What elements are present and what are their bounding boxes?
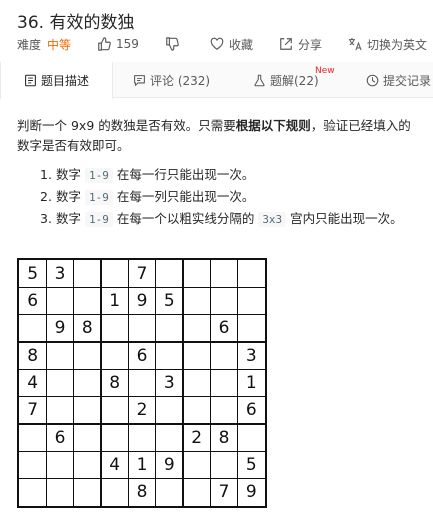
sudoku-cell: 8	[109, 372, 121, 393]
rule-text: 数字	[56, 167, 85, 182]
difficulty-label: 难度	[17, 37, 42, 52]
sudoku-cell: 8	[218, 427, 230, 448]
share-icon	[280, 38, 292, 50]
description-bold: 根据以下规则	[235, 118, 311, 133]
comment-icon	[134, 74, 145, 86]
sudoku-cell: 3	[245, 345, 257, 366]
grid-line-vertical	[210, 260, 211, 506]
sudoku-cell: 4	[27, 372, 39, 393]
tab-comments[interactable]: 评论 (232)	[133, 62, 210, 98]
heart-icon	[210, 37, 224, 50]
sudoku-cell: 6	[136, 345, 148, 366]
flask-icon	[254, 74, 265, 86]
tab-submissions-label: 提交记录	[383, 73, 432, 88]
sudoku-cell: 1	[136, 454, 148, 475]
favorite-label: 收藏	[228, 37, 253, 52]
sudoku-cell: 8	[27, 345, 39, 366]
rule-number: 2.	[40, 189, 52, 204]
sudoku-cell: 8	[81, 318, 93, 339]
tab-comments-label: 评论 (232)	[150, 73, 211, 88]
tab-solutions-label: 题解(22)	[270, 73, 319, 88]
sudoku-cell: 9	[163, 454, 175, 475]
sudoku-cell: 5	[245, 454, 257, 475]
rule-text: 数字	[56, 211, 85, 226]
rule-item: 3. 数字 1-9 在每一个以粗实线分隔的 3x3 宫内只能出现一次。	[40, 208, 420, 230]
grid-line-vertical	[73, 260, 74, 506]
sudoku-cell: 9	[136, 290, 148, 311]
share-label: 分享	[297, 37, 322, 52]
tab-description-label: 题目描述	[40, 74, 89, 88]
thumbs-down-icon	[166, 37, 179, 51]
rule-text: 数字	[56, 189, 85, 204]
sudoku-cell: 7	[27, 400, 39, 421]
tab-submissions[interactable]: 提交记录	[366, 62, 431, 98]
switch-language-button[interactable]: 切换为英文	[348, 36, 427, 53]
sudoku-cell: 1	[109, 290, 121, 311]
sudoku-cell: 3	[54, 263, 66, 284]
problem-title: 36. 有效的数独	[17, 13, 135, 33]
sudoku-board-image: 537619598686348317266284195879	[17, 258, 267, 508]
new-badge: New	[315, 66, 335, 76]
sudoku-cell: 6	[245, 400, 257, 421]
sudoku-cell: 6	[27, 290, 39, 311]
sudoku-cell: 1	[245, 372, 257, 393]
sudoku-cell: 2	[136, 400, 148, 421]
rule-number: 3.	[40, 211, 52, 226]
sudoku-cell: 9	[54, 318, 66, 339]
sudoku-cell: 7	[136, 263, 148, 284]
sudoku-cell: 6	[218, 318, 230, 339]
tab-description[interactable]: 题目描述	[0, 62, 113, 99]
share-button[interactable]: 分享	[279, 36, 322, 53]
rule-text: 宫内只能出现一次。	[286, 211, 403, 226]
problem-description: 判断一个 9x9 的数独是否有效。只需要根据以下规则，验证已经填入的数字是否有效…	[17, 116, 419, 156]
favorite-button[interactable]: 收藏	[210, 36, 253, 53]
sudoku-cell: 9	[245, 482, 257, 503]
problem-tabs: 题目描述 评论 (232) 题解(22) New 提交记录	[0, 62, 433, 99]
rule-code: 1-9	[84, 190, 113, 205]
rules-list: 1. 数字 1-9 在每一行只能出现一次。 2. 数字 1-9 在每一列只能出现…	[40, 164, 420, 230]
sudoku-cell: 4	[109, 454, 121, 475]
tab-solutions[interactable]: 题解(22) New	[253, 62, 335, 98]
like-button[interactable]: 159	[97, 37, 139, 51]
translate-icon	[348, 37, 362, 51]
sudoku-cell: 5	[27, 263, 39, 284]
rule-text: 在每一列只能出现一次。	[112, 189, 255, 204]
like-count: 159	[116, 37, 139, 51]
sudoku-cell: 6	[54, 427, 66, 448]
sudoku-cell: 2	[191, 427, 203, 448]
rule-number: 1.	[40, 167, 52, 182]
rule-code: 3x3	[258, 212, 287, 227]
switch-language-label: 切换为英文	[366, 37, 427, 52]
file-text-icon	[25, 74, 36, 87]
rule-text: 在每一行只能出现一次。	[112, 167, 255, 182]
rule-item: 1. 数字 1-9 在每一行只能出现一次。	[40, 164, 420, 186]
rule-item: 2. 数字 1-9 在每一列只能出现一次。	[40, 186, 420, 208]
dislike-button[interactable]	[165, 37, 184, 51]
description-text-1: 判断一个 9x9 的数独是否有效。只需要	[17, 118, 236, 133]
history-icon	[366, 74, 379, 86]
difficulty-badge: 中等	[47, 37, 72, 52]
rule-text: 在每一个以粗实线分隔的	[112, 211, 259, 226]
sudoku-cell: 7	[218, 482, 230, 503]
sudoku-cell: 5	[163, 290, 175, 311]
rule-code: 1-9	[84, 168, 113, 183]
sudoku-cell: 8	[136, 482, 148, 503]
thumbs-up-icon	[98, 37, 111, 51]
problem-meta-bar: 难度 中等 159 收藏 分享 切换为英文	[17, 35, 427, 53]
rule-code: 1-9	[84, 212, 113, 227]
sudoku-cell: 3	[163, 372, 175, 393]
